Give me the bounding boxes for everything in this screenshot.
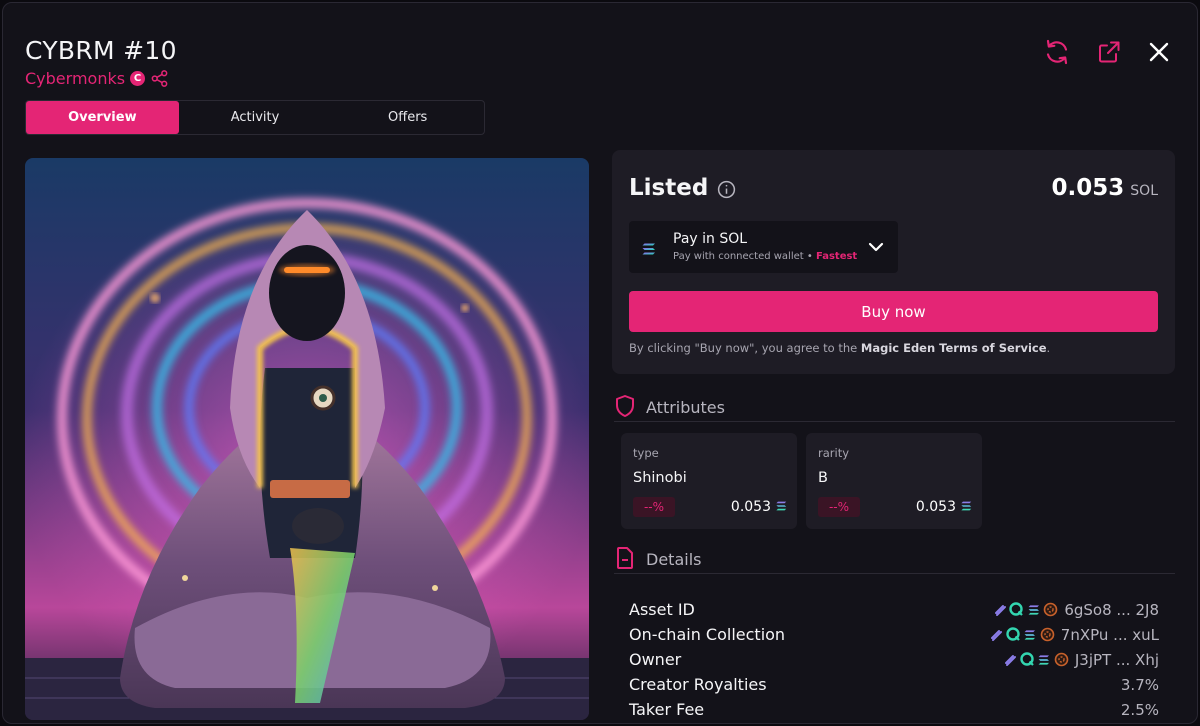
- details-header[interactable]: Details: [614, 546, 1175, 574]
- attributes-header[interactable]: Attributes: [614, 394, 1175, 422]
- shield-icon: [614, 394, 636, 422]
- solanafm-icon: [1043, 602, 1058, 617]
- page-title: CYBRM #10: [25, 36, 177, 65]
- nft-image: [25, 158, 589, 720]
- solana-icon: [642, 240, 656, 259]
- document-icon: [614, 546, 636, 574]
- listing-status: Listed: [629, 175, 736, 201]
- detail-row-asset-id: Asset ID 6gSo8 ... 2J8: [629, 600, 1159, 619]
- solana-icon: [776, 499, 787, 515]
- attribute-floor-price: 0.053: [731, 497, 787, 517]
- details-list: Asset ID 6gSo8 ... 2J8 On-chain Collecti…: [629, 597, 1159, 722]
- nft-detail-modal: CYBRM #10 Cybermonks C Overview Activity…: [2, 2, 1198, 724]
- solana-icon: [961, 499, 972, 515]
- solscan-icon: [1003, 652, 1018, 667]
- detail-value: 3.7%: [1120, 675, 1159, 694]
- attribute-card[interactable]: rarity B --% 0.053: [806, 433, 982, 529]
- share-icon[interactable]: [150, 69, 169, 88]
- close-icon[interactable]: [1144, 37, 1174, 67]
- explorer-links[interactable]: [992, 602, 1058, 617]
- tab-overview[interactable]: Overview: [26, 101, 179, 134]
- detail-value: 7nXPu ... xuL: [1060, 625, 1159, 644]
- solscan-icon: [989, 627, 1004, 642]
- attribute-value: B: [818, 470, 828, 486]
- detail-value: J3jPT ... Xhj: [1074, 650, 1159, 669]
- solana-icon: [1037, 652, 1052, 667]
- detail-row-owner: Owner J3jPT ... Xhj: [629, 650, 1159, 669]
- solanafm-icon: [1054, 652, 1069, 667]
- listing-panel: Listed 0.053 SOL Pay in SOL Pay with con…: [612, 150, 1175, 374]
- solanafm-icon: [1040, 627, 1055, 642]
- attribute-card[interactable]: type Shinobi --% 0.053: [621, 433, 797, 529]
- attribute-rarity-pct: --%: [818, 497, 860, 517]
- tab-bar: Overview Activity Offers: [25, 100, 485, 135]
- terms-notice: By clicking "Buy now", you agree to the …: [629, 341, 1051, 355]
- detail-value: 6gSo8 ... 2J8: [1064, 600, 1159, 619]
- tab-offers[interactable]: Offers: [331, 101, 484, 134]
- detail-row-taker-fee: Taker Fee 2.5%: [629, 700, 1159, 719]
- collection-link[interactable]: Cybermonks: [25, 69, 125, 88]
- refresh-icon[interactable]: [1042, 37, 1072, 67]
- explorer-links[interactable]: [989, 627, 1055, 642]
- chevron-down-icon: [868, 239, 884, 259]
- solana-icon: [1026, 602, 1041, 617]
- detail-row-collection: On-chain Collection 7nXPu ... xuL: [629, 625, 1159, 644]
- attribute-floor-price: 0.053: [916, 497, 972, 517]
- listing-status-label: Listed: [629, 175, 709, 201]
- pay-method-title: Pay in SOL: [673, 231, 748, 247]
- external-link-icon[interactable]: [1094, 37, 1124, 67]
- price-value: 0.053: [1051, 175, 1125, 201]
- price-currency: SOL: [1130, 183, 1158, 199]
- solscan-icon: [992, 602, 1007, 617]
- details-title: Details: [646, 550, 702, 569]
- detail-value: 2.5%: [1120, 700, 1159, 719]
- attribute-type: type: [633, 446, 659, 460]
- pay-method-subtitle: Pay with connected wallet • Fastest: [673, 251, 858, 262]
- attribute-type: rarity: [818, 446, 850, 460]
- listing-price: 0.053 SOL: [1052, 175, 1158, 201]
- explorer-q-icon: [1020, 652, 1035, 667]
- payment-method-select[interactable]: Pay in SOL Pay with connected wallet • F…: [629, 221, 898, 273]
- info-icon[interactable]: [717, 179, 736, 198]
- tab-activity[interactable]: Activity: [179, 101, 332, 134]
- verified-collection-badge: C: [130, 71, 146, 86]
- explorer-q-icon: [1009, 602, 1024, 617]
- explorer-links[interactable]: [1003, 652, 1069, 667]
- collection-row: Cybermonks C: [25, 69, 169, 88]
- buy-now-button[interactable]: Buy now: [629, 291, 1158, 332]
- attribute-value: Shinobi: [633, 470, 687, 486]
- terms-link[interactable]: Magic Eden Terms of Service: [861, 341, 1047, 355]
- attribute-rarity-pct: --%: [633, 497, 675, 517]
- explorer-q-icon: [1006, 627, 1021, 642]
- attributes-title: Attributes: [646, 398, 725, 417]
- detail-row-royalties: Creator Royalties 3.7%: [629, 675, 1159, 694]
- solana-icon: [1023, 627, 1038, 642]
